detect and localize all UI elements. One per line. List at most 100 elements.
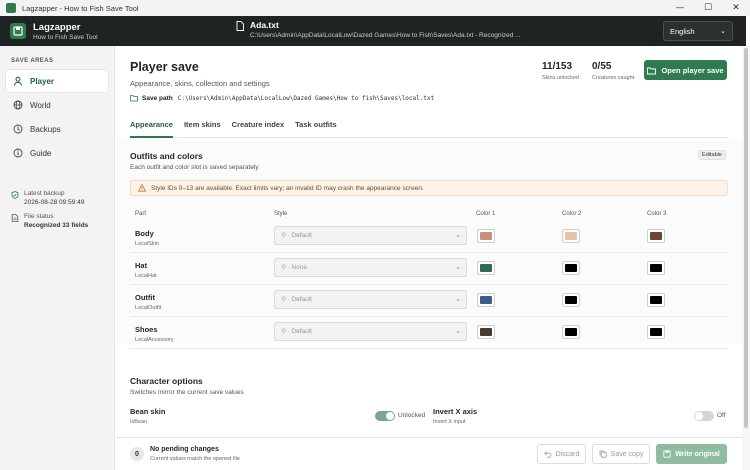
- scrollbar[interactable]: [742, 46, 750, 470]
- save-copy-button[interactable]: Save copy: [592, 444, 650, 464]
- tab-creature-index[interactable]: Creature index: [232, 116, 285, 138]
- color-3-swatch[interactable]: [647, 325, 665, 339]
- color-fill: [565, 296, 577, 304]
- chevron-down-icon: ⌄: [455, 295, 461, 303]
- globe-icon: [13, 100, 23, 110]
- part-key: LocalHat: [135, 273, 157, 279]
- maximize-button[interactable]: ☐: [694, 0, 722, 16]
- color-2-swatch[interactable]: [562, 293, 580, 307]
- language-select[interactable]: English ⌄: [663, 21, 733, 41]
- minimize-button[interactable]: —: [666, 0, 694, 16]
- chevron-down-icon: ⌄: [455, 263, 461, 271]
- tab-appearance[interactable]: Appearance: [130, 116, 173, 138]
- window-controls: — ☐ ✕: [666, 0, 750, 16]
- option-key: IsBean: [130, 419, 148, 425]
- app-icon: [6, 3, 16, 13]
- stat-value: 0/55: [592, 61, 612, 72]
- color-1-swatch[interactable]: [477, 325, 495, 339]
- invert-x-toggle[interactable]: [694, 411, 714, 421]
- outfit-row-shoes: Shoes LocalAccessory 0 · Default ⌄: [130, 317, 728, 349]
- color-fill: [480, 232, 492, 240]
- part-key: LocalAccessory: [135, 337, 174, 343]
- stat-creatures: 0/55 Creatures caught: [592, 61, 634, 81]
- save-copy-label: Save copy: [610, 450, 644, 458]
- copy-icon: [599, 450, 607, 458]
- brand: Lagzapper How to Fish Save Tool: [33, 22, 98, 41]
- option-bean-skin: Bean skin IsBean: [130, 407, 165, 425]
- sidebar-item-player[interactable]: Player: [6, 70, 108, 92]
- tab-item-skins[interactable]: Item skins: [184, 116, 221, 138]
- style-select[interactable]: 0 · None ⌄: [274, 258, 467, 277]
- file-status: File status Recognized 33 fields: [11, 213, 88, 229]
- warning-text: Style IDs 0–13 are available. Exact limi…: [151, 184, 424, 192]
- status-value: Recognized 33 fields: [24, 222, 89, 229]
- style-select[interactable]: 0 · Default ⌄: [274, 226, 467, 245]
- color-fill: [650, 264, 662, 272]
- sidebar-item-label: World: [30, 100, 51, 110]
- color-3-swatch[interactable]: [647, 229, 665, 243]
- pending-title: No pending changes: [150, 446, 219, 453]
- color-fill: [650, 232, 662, 240]
- option-name: Bean skin: [130, 407, 166, 416]
- chevron-down-icon: ⌄: [455, 327, 461, 335]
- brand-name: Lagzapper: [33, 21, 81, 33]
- app-header: Lagzapper How to Fish Save Tool Ada.txt …: [0, 16, 746, 46]
- color-fill: [650, 328, 662, 336]
- option-name: Invert X axis: [433, 407, 478, 416]
- page-title: Player save: [130, 60, 199, 74]
- folder-open-icon: [647, 67, 657, 74]
- part-name: Shoes: [135, 325, 158, 334]
- brand-subtitle: How to Fish Save Tool: [33, 33, 98, 41]
- color-2-swatch[interactable]: [562, 325, 580, 339]
- undo-icon: [543, 451, 552, 458]
- pending-subtitle: Current values match the opened file: [150, 456, 240, 462]
- save-path: Save path C:\Users\Admin\AppData\LocalLo…: [130, 94, 434, 102]
- outfits-subtitle: Each outfit and color slot is saved sepa…: [130, 164, 259, 171]
- style-select[interactable]: 0 · Default ⌄: [274, 290, 467, 309]
- sidebar: SAVE AREAS Player World Backups Guide La…: [0, 46, 115, 470]
- color-2-swatch[interactable]: [562, 229, 580, 243]
- option-key: Invert X input: [433, 419, 466, 425]
- main-content: Player save Appearance, skins, collectio…: [116, 46, 742, 437]
- sidebar-item-world[interactable]: World: [6, 94, 108, 116]
- shield-check-icon: [11, 191, 19, 199]
- scrollbar-thumb[interactable]: [744, 48, 748, 428]
- page-subtitle: Appearance, skins, collection and settin…: [130, 79, 270, 88]
- sidebar-item-backups[interactable]: Backups: [6, 118, 108, 140]
- color-3-swatch[interactable]: [647, 261, 665, 275]
- style-value: 0 · Default: [282, 328, 312, 335]
- color-1-swatch[interactable]: [477, 229, 495, 243]
- tab-task-outfits[interactable]: Task outfits: [295, 116, 337, 138]
- sidebar-item-guide[interactable]: Guide: [6, 142, 108, 164]
- open-file-info: Ada.txt C:\Users\Admin\AppData\LocalLow\…: [236, 20, 521, 39]
- part-key: LocalSkin: [135, 241, 159, 247]
- language-value: English: [670, 26, 695, 36]
- backup-value: 2026-08-28 09:59:49: [24, 199, 85, 206]
- chevron-down-icon: ⌄: [455, 231, 461, 239]
- invert-x-state: Off: [717, 412, 726, 419]
- open-player-save-button[interactable]: Open player save: [644, 60, 727, 80]
- window-titlebar: Lagzapper - How to Fish Save Tool — ☐ ✕: [0, 0, 750, 16]
- color-3-swatch[interactable]: [647, 293, 665, 307]
- sidebar-item-label: Backups: [30, 124, 61, 134]
- save-icon: [10, 23, 26, 39]
- stat-label: Skins unlocked: [542, 75, 579, 81]
- color-fill: [480, 264, 492, 272]
- color-1-swatch[interactable]: [477, 293, 495, 307]
- style-value: 0 · Default: [282, 296, 312, 303]
- sidebar-item-label: Guide: [30, 148, 52, 158]
- latest-backup: Latest backup 2026-08-28 09:59:49: [11, 190, 84, 206]
- user-icon: [13, 76, 23, 86]
- color-2-swatch[interactable]: [562, 261, 580, 275]
- color-fill: [565, 264, 577, 272]
- bean-skin-state: Unlocked: [398, 412, 426, 419]
- write-original-button[interactable]: Write original: [656, 444, 727, 464]
- style-select[interactable]: 0 · Default ⌄: [274, 322, 467, 341]
- bean-skin-toggle[interactable]: [375, 411, 395, 421]
- close-button[interactable]: ✕: [722, 0, 750, 16]
- tab-bar: Appearance Item skins Creature index Tas…: [130, 116, 728, 138]
- status-label: File status: [24, 213, 54, 220]
- discard-button[interactable]: Discard: [537, 444, 586, 464]
- column-header-color-1: Color 1: [476, 211, 496, 217]
- color-1-swatch[interactable]: [477, 261, 495, 275]
